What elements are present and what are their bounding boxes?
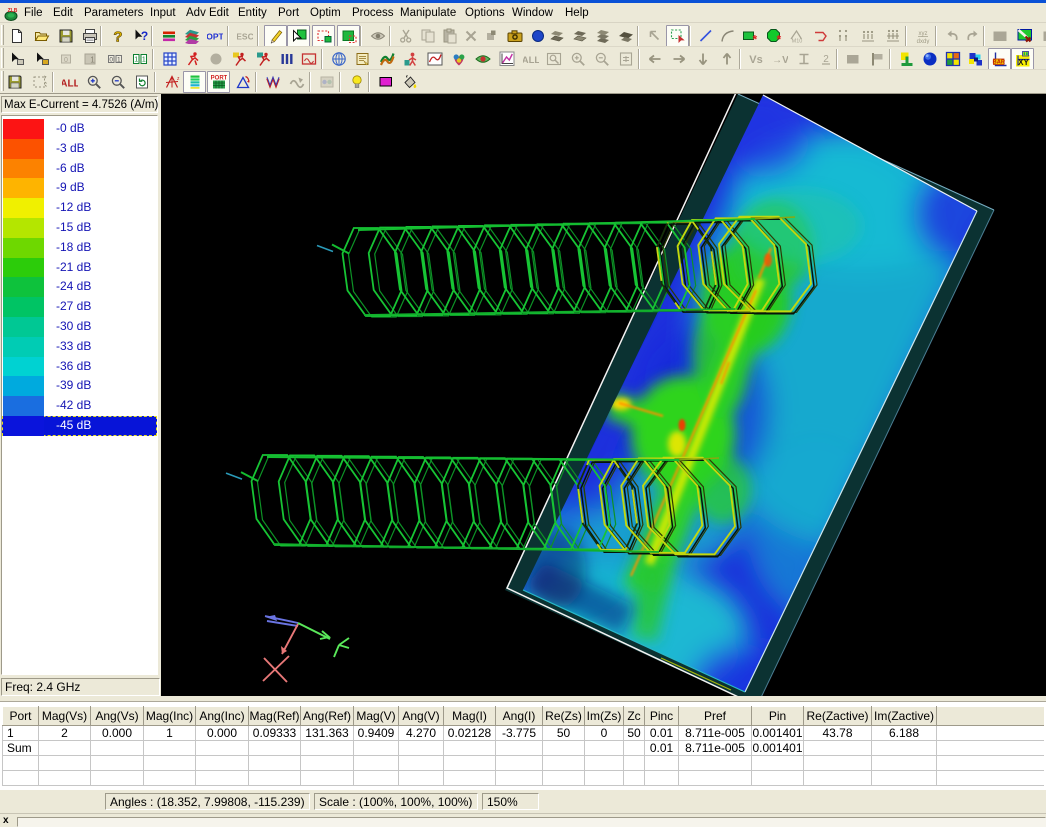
svg-text:XY: XY (1018, 58, 1029, 67)
svg-text:ESC: ESC (237, 32, 253, 42)
svg-text:→V: →V (772, 55, 788, 66)
svg-text:OPT: OPT (207, 32, 223, 42)
svg-text:dxdy: dxdy (916, 39, 929, 44)
svg-text:ALL: ALL (62, 79, 78, 90)
svg-text:BAR: BAR (992, 60, 1005, 66)
svg-text:0: 0 (109, 57, 113, 64)
svg-text:1: 1 (90, 56, 95, 65)
svg-text:?: ? (113, 29, 122, 45)
svg-text:1: 1 (141, 57, 145, 64)
svg-text:2: 2 (823, 54, 829, 65)
svg-text:1: 1 (134, 57, 138, 64)
svg-text:M10: M10 (791, 39, 802, 45)
svg-text:ALL: ALL (523, 55, 539, 66)
svg-text:?: ? (140, 29, 147, 43)
svg-text:ZLB: ZLB (8, 8, 18, 14)
svg-text:1: 1 (116, 57, 120, 64)
svg-text:*: * (752, 33, 757, 45)
svg-text:xyz: xyz (918, 31, 927, 37)
svg-text:Vs: Vs (749, 54, 762, 66)
svg-text:*: * (776, 33, 781, 45)
svg-text:z: z (177, 76, 180, 82)
svg-text:0: 0 (64, 57, 68, 64)
